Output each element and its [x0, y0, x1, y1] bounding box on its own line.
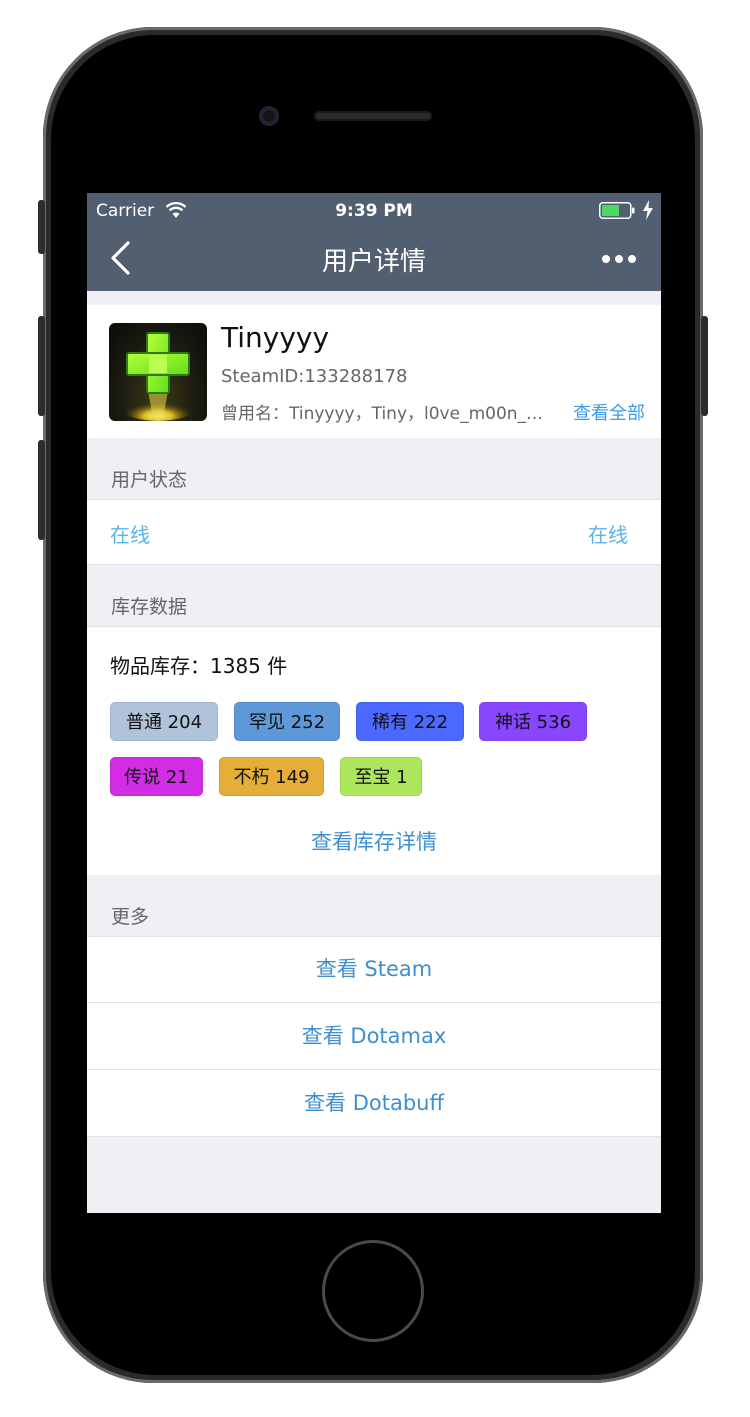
inventory-detail-link[interactable]: 查看库存详情: [87, 826, 661, 856]
charging-bolt-icon: [643, 200, 653, 220]
rarity-badge-arcana[interactable]: 至宝 1: [340, 757, 422, 796]
status-value: 在线: [588, 523, 628, 547]
divider: [87, 564, 661, 565]
ellipsis-icon[interactable]: [602, 255, 638, 265]
user-status-row[interactable]: 在线 在线: [87, 499, 661, 565]
earpiece-speaker: [314, 111, 432, 121]
inventory-card: 物品库存：1385 件 普通 204 罕见 252 稀有 222 神话 536 …: [87, 626, 661, 875]
view-dotamax-link[interactable]: 查看 Dotamax: [87, 1003, 661, 1070]
more-links-list: 查看 Steam 查看 Dotamax 查看 Dotabuff: [87, 936, 661, 1137]
mute-switch: [38, 200, 45, 254]
rarity-badge-mythical[interactable]: 神话 536: [479, 702, 587, 741]
inventory-header: 库存数据: [111, 596, 188, 618]
page-title: 用户详情: [321, 247, 426, 277]
avatar: [109, 323, 207, 421]
rarity-badge-legendary[interactable]: 传说 21: [110, 757, 203, 796]
rarity-badge-immortal[interactable]: 不朽 149: [219, 757, 324, 796]
view-dotabuff-link[interactable]: 查看 Dotabuff: [87, 1070, 661, 1137]
user-status-header: 用户状态: [111, 469, 188, 491]
navigation-bar: Carrier 9:39 PM 用户详情: [87, 193, 661, 291]
status-bar: Carrier 9:39 PM: [87, 193, 661, 227]
divider: [87, 626, 661, 627]
status-time: 9:39 PM: [335, 201, 413, 221]
volume-up-button: [38, 316, 45, 416]
rarity-badge-uncommon[interactable]: 罕见 252: [234, 702, 340, 741]
more-header: 更多: [111, 906, 150, 928]
power-button: [701, 316, 708, 416]
app-screen: Carrier 9:39 PM 用户详情 Tinyyyy SteamID:133…: [87, 193, 661, 1213]
volume-down-button: [38, 440, 45, 540]
view-steam-link[interactable]: 查看 Steam: [87, 936, 661, 1003]
inventory-count: 物品库存：1385 件: [110, 654, 288, 678]
steam-id: SteamID:133288178: [221, 366, 408, 387]
front-camera: [259, 106, 279, 126]
divider: [87, 499, 661, 500]
previous-names: 曾用名：Tinyyyy，Tiny，l0ve_m00n_and_sun: [221, 404, 549, 424]
home-button[interactable]: [322, 1240, 424, 1342]
divider: [87, 1136, 661, 1137]
status-label: 在线: [110, 523, 150, 547]
username: Tinyyyy: [221, 321, 330, 354]
rarity-badge-common[interactable]: 普通 204: [110, 702, 218, 741]
rarity-badge-rare[interactable]: 稀有 222: [356, 702, 464, 741]
profile-card: Tinyyyy SteamID:133288178 曾用名：Tinyyyy，Ti…: [87, 305, 661, 438]
battery-icon: [599, 202, 635, 219]
view-all-names-link[interactable]: 查看全部: [573, 399, 645, 425]
green-cross-icon: [118, 332, 198, 421]
